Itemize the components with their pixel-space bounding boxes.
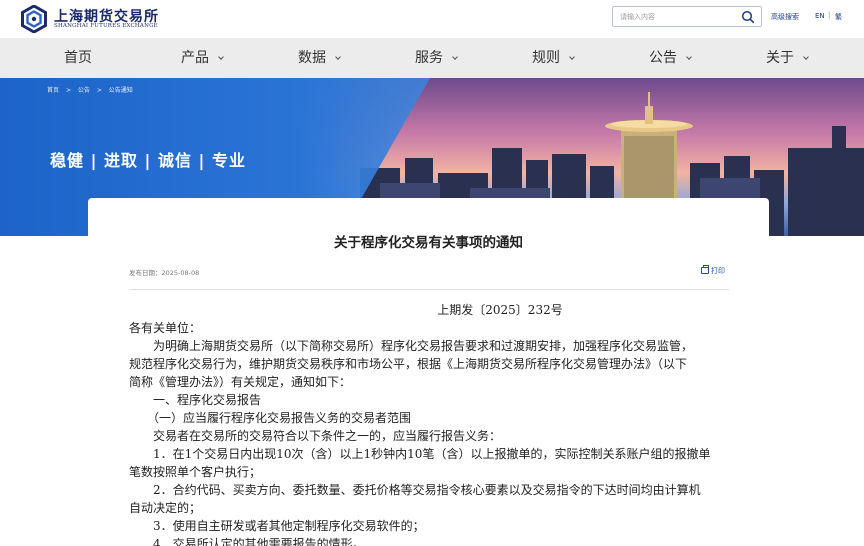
body-line: 1．在1个交易日内出现10次（含）以上1秒钟内10笔（含）以上报撤单的，实际控制… <box>129 447 711 461</box>
breadcrumb-current[interactable]: 公告通知 <box>109 87 133 94</box>
print-label: 打印 <box>711 267 725 275</box>
breadcrumb: 首页 > 公告 > 公告通知 <box>47 85 138 94</box>
nav-item-label: 关于 <box>766 50 794 66</box>
printer-icon <box>701 265 709 274</box>
language-traditional-link[interactable]: 繁 <box>835 12 842 22</box>
breadcrumb-separator: > <box>65 87 71 94</box>
search-input[interactable] <box>613 7 737 26</box>
nav-item-services[interactable]: 服务 <box>415 38 458 78</box>
print-button[interactable]: 打印 <box>701 265 725 276</box>
search-icon[interactable] <box>741 10 755 24</box>
language-en-link[interactable]: EN <box>815 12 825 20</box>
logo-english-name[interactable]: SHANGHAI FUTURES EXCHANGE <box>54 23 158 29</box>
nav-item-label: 数据 <box>298 50 326 66</box>
body-line: 各有关单位： <box>129 321 202 335</box>
main-nav: 首页 产品 数据 服务 规则 公告 关于 <box>0 38 864 78</box>
body-line: 笔数按照单个客户执行； <box>129 465 262 479</box>
body-line: 规范程序化交易行为，维护期货交易秩序和市场公平，根据《上海期货交易所程序化交易管… <box>129 357 688 371</box>
chevron-down-icon <box>218 54 224 60</box>
section-heading: 一、程序化交易报告 <box>129 393 262 407</box>
advanced-search-link[interactable]: 高级搜索 <box>771 12 799 22</box>
body-line: 为明确上海期货交易所（以下简称交易所）程序化交易报告要求和过渡期安排，加强程序化… <box>129 339 694 353</box>
site-header: 上海期货交易所 SHANGHAI FUTURES EXCHANGE 高级搜索 E… <box>0 0 864 38</box>
language-separator: | <box>828 11 831 19</box>
banner-slogan: 稳健 | 进取 | 诚信 | 专业 <box>50 151 246 170</box>
nav-item-label: 产品 <box>181 50 209 66</box>
breadcrumb-announcements[interactable]: 公告 <box>78 87 90 94</box>
nav-item-label: 公告 <box>649 50 677 66</box>
nav-item-label: 首页 <box>64 50 92 66</box>
nav-item-announcements[interactable]: 公告 <box>649 38 692 78</box>
publish-date: 发布日期：2025-08-08 <box>129 269 200 277</box>
chevron-down-icon <box>803 54 809 60</box>
nav-item-rules[interactable]: 规则 <box>532 38 575 78</box>
breadcrumb-separator: > <box>96 87 102 94</box>
body-line: 2．合约代码、买卖方向、委托数量、委托价格等交易指令核心要素以及交易指令的下达时… <box>129 483 701 497</box>
nav-item-about[interactable]: 关于 <box>766 38 809 78</box>
nav-item-products[interactable]: 产品 <box>181 38 224 78</box>
exchange-logo-icon[interactable] <box>20 5 48 33</box>
nav-item-label: 规则 <box>532 50 560 66</box>
divider <box>129 289 729 290</box>
article-title: 关于程序化交易有关事项的通知 <box>334 235 523 251</box>
body-line: 自动决定的； <box>129 501 202 515</box>
body-line: 3．使用自主研发或者其他定制程序化交易软件的； <box>129 519 425 533</box>
chevron-down-icon <box>335 54 341 60</box>
subsection-heading: （一）应当履行程序化交易报告义务的交易者范围 <box>129 411 412 425</box>
body-line: 简称《管理办法》）有关规定，通知如下： <box>129 375 352 389</box>
chevron-down-icon <box>686 54 692 60</box>
chevron-down-icon <box>452 54 458 60</box>
document-number: 上期发〔2025〕232号 <box>437 303 563 317</box>
body-line: 4．交易所认定的其他需要报告的情形。 <box>129 537 365 546</box>
nav-item-data[interactable]: 数据 <box>298 38 341 78</box>
nav-item-label: 服务 <box>415 50 443 66</box>
body-line: 交易者在交易所的交易符合以下条件之一的，应当履行报告义务： <box>129 429 502 443</box>
chevron-down-icon <box>569 54 575 60</box>
nav-item-home[interactable]: 首页 <box>64 38 92 78</box>
breadcrumb-home[interactable]: 首页 <box>47 87 59 94</box>
search-box <box>612 6 762 27</box>
